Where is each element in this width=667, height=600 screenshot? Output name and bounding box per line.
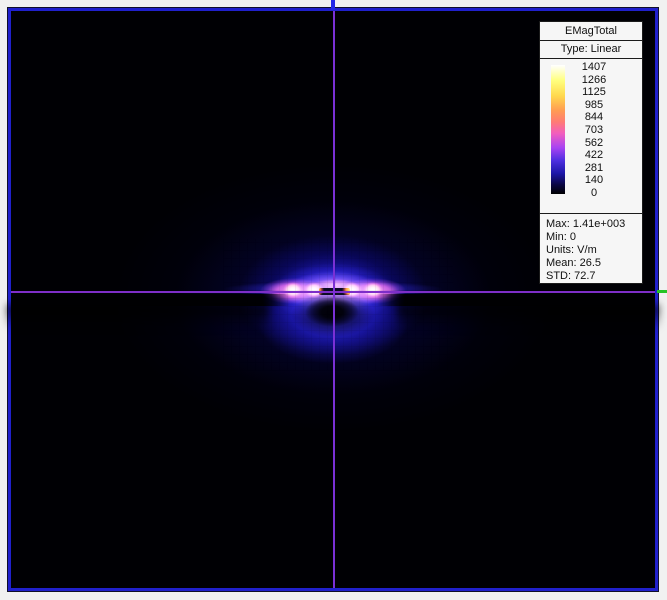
field-null-region [305,297,359,327]
crosshair-right-marker[interactable] [657,290,667,293]
tick-label: 1407 [562,61,626,73]
app-window: EMagTotal Type: Linear 1407 1266 1125 98… [0,0,667,600]
ground-plane-left [11,294,290,306]
field-hotspot-1 [283,282,303,298]
field-hotspot-4 [363,282,383,298]
field-glow-strip-top [313,279,357,291]
crosshair-top-marker[interactable] [331,0,335,10]
field-hotspot-2 [304,282,324,298]
tick-label: 281 [562,162,626,174]
legend-stats-section: Max: 1.41e+003 Min: 0 Units: V/m Mean: 2… [540,214,642,283]
tick-label: 844 [562,111,626,123]
tick-label: 1125 [562,86,626,98]
tick-label: 562 [562,137,626,149]
tick-label: 0 [562,187,626,199]
legend-title: EMagTotal [540,22,642,41]
tick-label: 140 [562,174,626,186]
field-hotspot-3 [342,282,362,298]
stat-std: STD: 72.7 [546,270,642,283]
crosshair-vertical-line[interactable] [333,11,335,588]
stat-units: Units: V/m [546,244,642,257]
tick-label: 1266 [562,74,626,86]
tick-label: 703 [562,124,626,136]
legend-colorbar-section: 1407 1266 1125 985 844 703 562 422 281 1… [540,59,642,214]
colorbar-tick-labels: 1407 1266 1125 985 844 703 562 422 281 1… [562,61,626,199]
stat-mean: Mean: 26.5 [546,257,642,270]
legend-panel[interactable]: EMagTotal Type: Linear 1407 1266 1125 98… [539,21,643,284]
mesh-grid-overlay [223,239,453,371]
stat-max: Max: 1.41e+003 [546,218,642,231]
legend-scale-type: Type: Linear [540,41,642,59]
tick-label: 422 [562,149,626,161]
shadow-below-left [7,305,269,329]
stat-min: Min: 0 [546,231,642,244]
tick-label: 985 [562,99,626,111]
ground-plane-right [377,294,655,306]
shadow-below-right [397,305,659,329]
